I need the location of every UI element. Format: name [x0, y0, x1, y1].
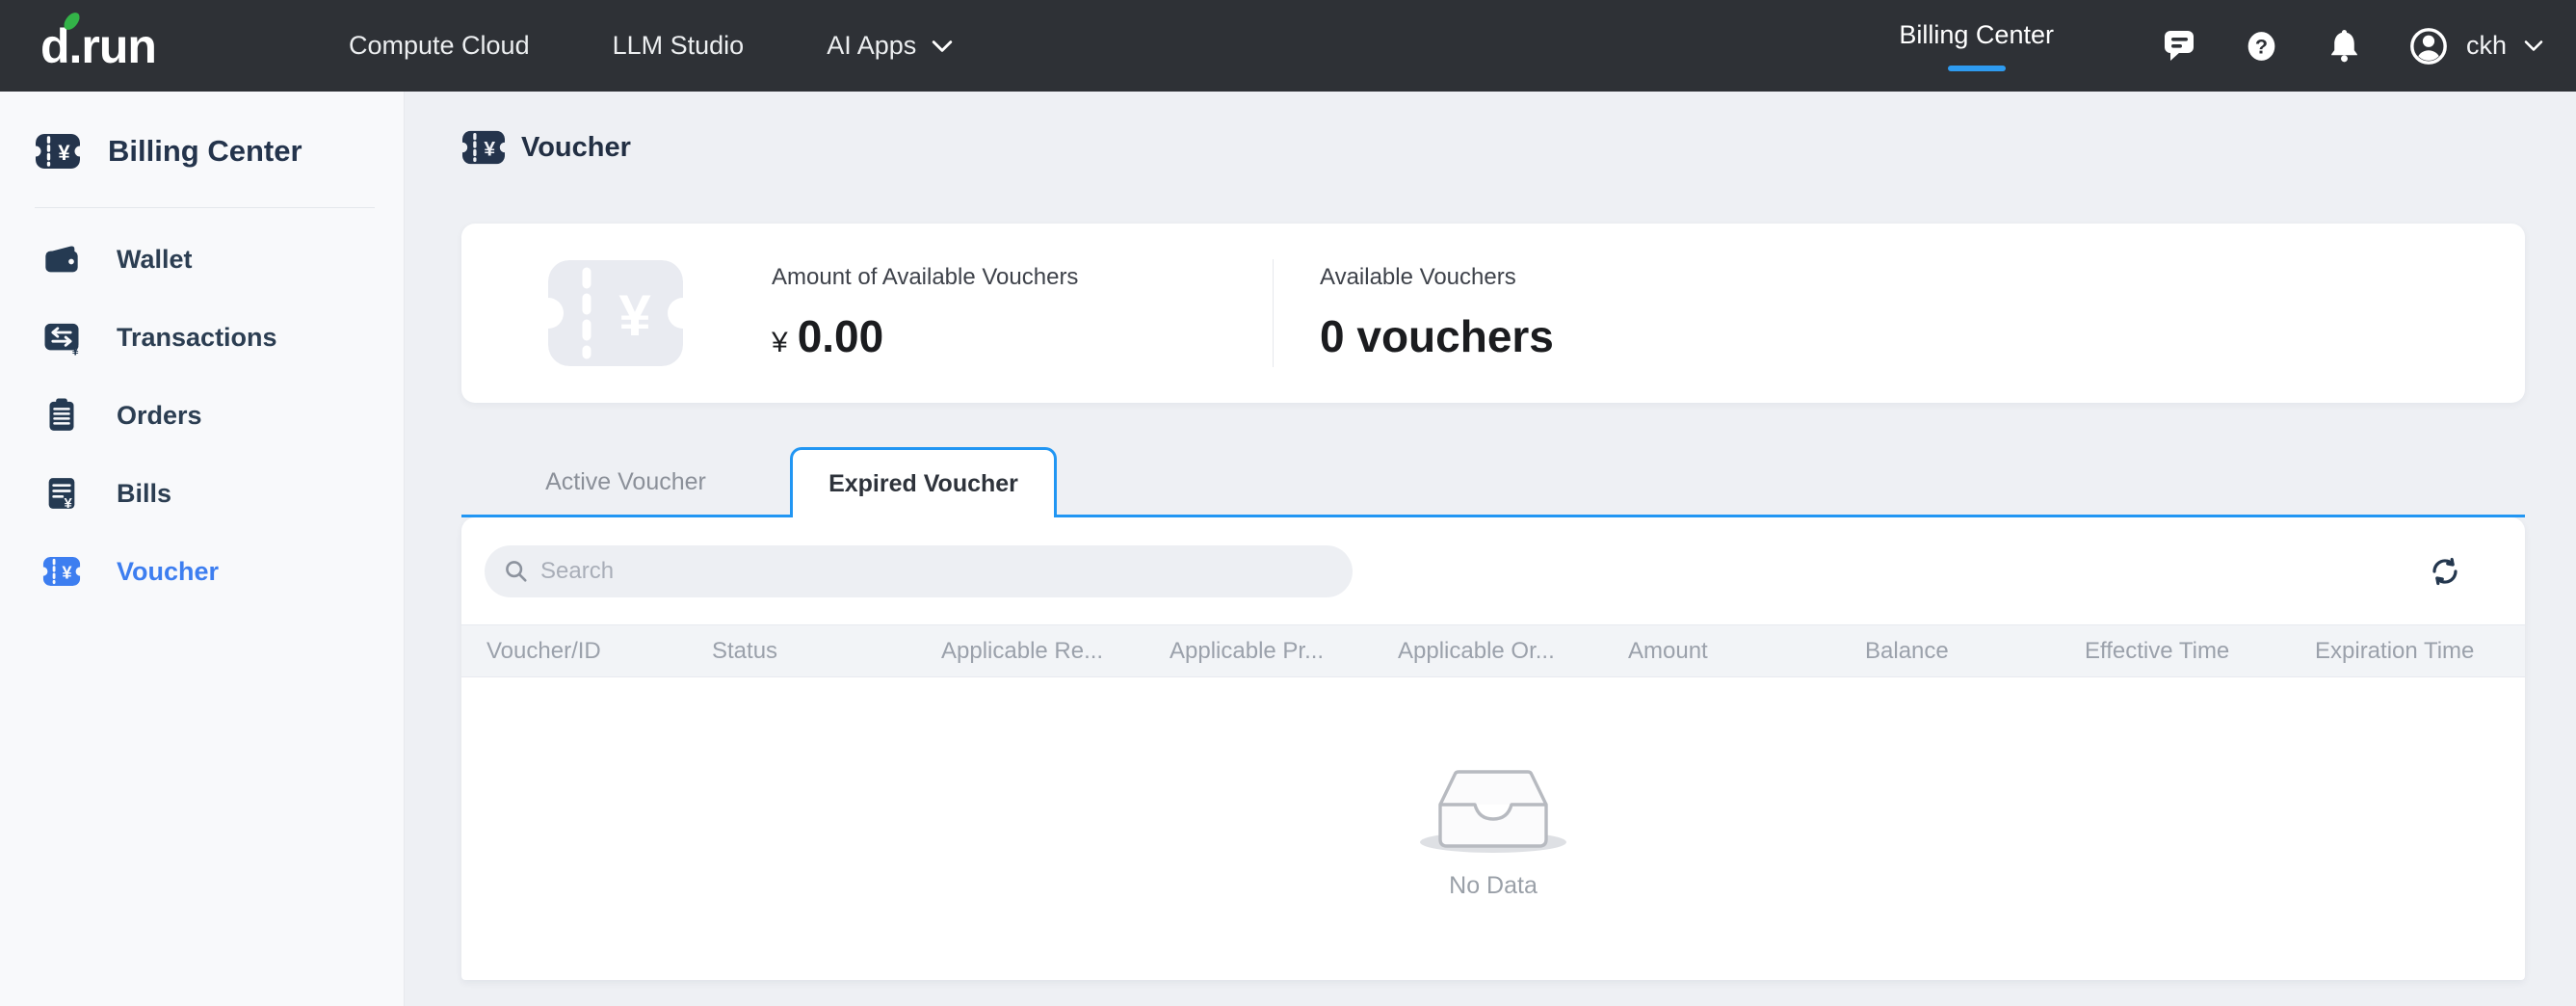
- sidebar-item-bills[interactable]: ¥ Bills: [35, 467, 404, 519]
- page-title: Voucher: [521, 132, 631, 164]
- metric-available-count: Available Vouchers 0 vouchers: [1320, 264, 1821, 362]
- empty-state-label: No Data: [1449, 872, 1538, 900]
- column-header: Applicable Pr...: [1170, 638, 1398, 665]
- sidebar-item-label: Transactions: [117, 323, 277, 353]
- user-menu[interactable]: ckh: [2408, 26, 2543, 66]
- svg-text:¥: ¥: [62, 563, 72, 583]
- count-value: 0 vouchers: [1320, 310, 1554, 362]
- avatar-icon: [2408, 26, 2449, 66]
- voucher-ticket-icon: ¥: [41, 551, 82, 592]
- nav-item-llm-studio[interactable]: LLM Studio: [613, 31, 745, 61]
- column-header: Amount: [1628, 638, 1865, 665]
- column-header: Expiration Time: [2315, 638, 2525, 665]
- tab-label: Active Voucher: [545, 468, 706, 496]
- column-header: Voucher/ID: [486, 638, 712, 665]
- wallet-icon: [41, 239, 82, 279]
- topbar: d.run Compute Cloud LLM Studio AI Apps B…: [0, 0, 2576, 92]
- sidebar-item-wallet[interactable]: Wallet: [35, 233, 404, 285]
- primary-nav: Compute Cloud LLM Studio AI Apps: [349, 31, 953, 61]
- nav-item-label: AI Apps: [827, 31, 916, 61]
- messages-button[interactable]: [2160, 27, 2198, 66]
- search-input[interactable]: [540, 558, 1333, 585]
- sidebar-divider: [35, 207, 375, 208]
- sidebar-item-label: Wallet: [117, 245, 193, 275]
- card-divider: [1273, 259, 1274, 367]
- svg-text:¥: ¥: [618, 283, 651, 348]
- help-icon: ?: [2244, 28, 2279, 65]
- help-button[interactable]: ?: [2243, 27, 2281, 66]
- table-body: No Data: [461, 677, 2525, 980]
- search-box[interactable]: [485, 545, 1353, 597]
- sidebar-item-label: Bills: [117, 479, 171, 509]
- svg-text:¥: ¥: [64, 495, 72, 512]
- sidebar-item-label: Orders: [117, 401, 202, 431]
- metric-label: Available Vouchers: [1320, 264, 1821, 291]
- sidebar-item-voucher[interactable]: ¥ Voucher: [35, 545, 404, 597]
- chevron-down-icon: [2524, 40, 2543, 52]
- amount-value: 0.00: [798, 310, 884, 362]
- nav-item-label: Compute Cloud: [349, 31, 530, 61]
- sidebar-item-orders[interactable]: Orders: [35, 389, 404, 441]
- voucher-ticket-large-icon: ¥: [542, 254, 689, 372]
- main-content: ¥ Voucher ¥ Amount of Available Vouchers…: [405, 92, 2576, 1006]
- transactions-icon: ¥: [41, 317, 82, 357]
- svg-text:?: ?: [2255, 34, 2268, 58]
- active-nav-underline: [1948, 66, 2006, 71]
- voucher-ticket-icon: ¥: [461, 125, 506, 170]
- brand-logo-text: d.run: [40, 19, 156, 73]
- tab-active-voucher[interactable]: Active Voucher: [461, 447, 790, 517]
- table-toolbar: [461, 517, 2525, 624]
- column-header: Effective Time: [2085, 638, 2315, 665]
- voucher-summary-card: ¥ Amount of Available Vouchers ¥ 0.00 Av…: [461, 224, 2525, 403]
- app-shell: ¥ Billing Center Wallet: [0, 92, 2576, 1006]
- nav-item-billing-center[interactable]: Billing Center: [1899, 20, 2054, 71]
- sidebar: ¥ Billing Center Wallet: [0, 92, 405, 1006]
- column-header: Status: [712, 638, 941, 665]
- tab-expired-voucher[interactable]: Expired Voucher: [790, 447, 1057, 517]
- svg-text:¥: ¥: [484, 139, 495, 161]
- nav-item-label: Billing Center: [1899, 20, 2054, 50]
- empty-inbox-icon: [1411, 753, 1575, 860]
- chat-icon: [2162, 28, 2196, 65]
- nav-item-ai-apps[interactable]: AI Apps: [827, 31, 953, 61]
- sidebar-item-transactions[interactable]: ¥ Transactions: [35, 311, 404, 363]
- metric-value: 0 vouchers: [1320, 310, 1821, 362]
- brand-logo[interactable]: d.run: [40, 18, 156, 74]
- currency-symbol: ¥: [772, 327, 788, 359]
- svg-text:¥: ¥: [58, 141, 70, 165]
- sidebar-title: Billing Center: [108, 134, 302, 169]
- notifications-button[interactable]: [2326, 27, 2364, 66]
- orders-icon: [41, 395, 82, 436]
- empty-state: No Data: [1411, 677, 1575, 980]
- nav-item-compute-cloud[interactable]: Compute Cloud: [349, 31, 530, 61]
- refresh-button[interactable]: [2429, 555, 2461, 588]
- voucher-table-panel: Voucher/ID Status Applicable Re... Appli…: [461, 517, 2525, 980]
- metric-available-amount: Amount of Available Vouchers ¥ 0.00: [772, 264, 1273, 362]
- billing-ticket-icon: ¥: [35, 128, 81, 174]
- chevron-down-icon: [932, 40, 953, 53]
- tab-label: Expired Voucher: [828, 470, 1018, 498]
- sidebar-item-label: Voucher: [117, 557, 219, 587]
- bills-icon: ¥: [41, 473, 82, 514]
- metric-value: ¥ 0.00: [772, 310, 1273, 362]
- table-header-row: Voucher/ID Status Applicable Re... Appli…: [461, 624, 2525, 677]
- nav-item-label: LLM Studio: [613, 31, 745, 61]
- bell-icon: [2326, 28, 2362, 65]
- sidebar-header: ¥ Billing Center: [35, 128, 404, 174]
- column-header: Applicable Or...: [1398, 638, 1628, 665]
- page-header: ¥ Voucher: [461, 125, 2525, 170]
- metric-label: Amount of Available Vouchers: [772, 264, 1273, 291]
- refresh-icon: [2429, 555, 2461, 588]
- svg-text:¥: ¥: [72, 344, 79, 357]
- voucher-tabs: Active Voucher Expired Voucher: [461, 447, 2525, 517]
- column-header: Balance: [1865, 638, 2085, 665]
- column-header: Applicable Re...: [941, 638, 1170, 665]
- username: ckh: [2466, 31, 2507, 61]
- topbar-right: Billing Center ?: [1899, 20, 2543, 71]
- search-icon: [504, 559, 529, 584]
